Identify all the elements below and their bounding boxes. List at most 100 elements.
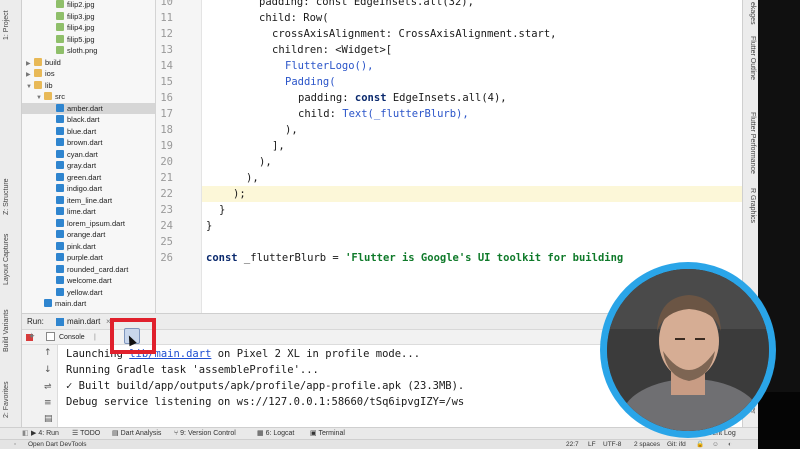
tree-item[interactable]: amber.dart (22, 102, 155, 114)
code-line-19[interactable]: ], (202, 138, 742, 154)
line-number: 19 (160, 140, 173, 152)
run-config-tab[interactable]: main.dart (67, 314, 100, 330)
tree-item-label: orange.dart (67, 230, 106, 239)
user-icon[interactable]: ☺ (712, 440, 719, 449)
code-line-11[interactable]: child: Row( (202, 10, 742, 26)
tree-item[interactable]: green.dart (22, 172, 155, 184)
dart-file-icon (44, 299, 52, 307)
tree-item[interactable]: indigo.dart (22, 183, 155, 195)
code-line-24[interactable]: } (202, 218, 742, 234)
code-line-23[interactable]: } (202, 202, 742, 218)
tab-terminal[interactable]: ▣ Terminal (310, 428, 345, 439)
tree-item-label: rounded_card.dart (67, 264, 129, 274)
code-line-10[interactable]: padding: const EdgeInsets.all(32), (202, 0, 742, 10)
tree-item[interactable]: filip5.jpg (22, 34, 155, 46)
lock-icon[interactable]: 🔒 (696, 440, 704, 449)
tree-item[interactable]: filip2.jpg (22, 0, 155, 11)
code-line-21[interactable]: ), (202, 170, 742, 186)
code-line-22[interactable]: ); (202, 186, 742, 202)
line-number: 14 (160, 60, 173, 72)
tree-item-label: ios (45, 69, 55, 78)
tree-item[interactable]: ▼ src (22, 91, 155, 103)
tab-flutter-outline[interactable]: Flutter Outline (749, 36, 756, 80)
tree-item[interactable]: filip4.jpg (22, 22, 155, 34)
tree-item[interactable]: ▶ ios (22, 68, 155, 80)
tree-item[interactable]: rounded_card.dart (22, 264, 155, 276)
tab-r-graphics[interactable]: R Graphics (749, 188, 756, 223)
collapse-icon[interactable]: ◧ (22, 428, 29, 439)
tree-item[interactable]: lorem_ipsum.dart (22, 218, 155, 230)
code-line-15[interactable]: Padding( (202, 74, 742, 90)
tree-item[interactable]: brown.dart (22, 137, 155, 149)
tab-favorites[interactable]: 2: Favorites (3, 381, 10, 418)
tab-run[interactable]: ▶ 4: Run (31, 428, 59, 439)
tree-item[interactable]: blue.dart (22, 126, 155, 138)
code-line-18[interactable]: ), (202, 122, 742, 138)
tab-console[interactable]: Console (59, 330, 85, 345)
pin-icon[interactable]: ✦ (28, 332, 36, 342)
code-text: EdgeInsets.all(4), (392, 92, 507, 104)
status-bar: ▫ Open Dart DevTools 22:7 LF UTF-8 2 spa… (0, 439, 758, 449)
notifications-icon[interactable]: ◐ (728, 440, 732, 449)
tree-item-label: cyan.dart (67, 149, 98, 159)
line-number: 15 (160, 76, 173, 88)
code-line-17[interactable]: child: Text(_flutterBlurb), (202, 106, 742, 122)
tree-item[interactable]: filip3.jpg (22, 11, 155, 23)
tree-item[interactable]: gray.dart (22, 160, 155, 172)
tree-item[interactable]: item_line.dart (22, 195, 155, 207)
tab-logcat[interactable]: ▦ 6: Logcat (257, 428, 294, 439)
code-line-13[interactable]: children: <Widget>[ (202, 42, 742, 58)
tree-item[interactable]: ▶ build (22, 57, 155, 69)
image-file-icon (56, 34, 64, 43)
code-line-26[interactable]: const _flutterBlurb = 'Flutter is Google… (202, 250, 742, 266)
tab-structure[interactable]: Z: Structure (3, 178, 10, 215)
tab-layout-captures[interactable]: Layout Captures (3, 234, 10, 285)
tree-item[interactable]: yellow.dart (22, 287, 155, 299)
tree-item[interactable]: purple.dart (22, 252, 155, 264)
tab-dart-analysis[interactable]: ▤ Dart Analysis (112, 428, 161, 439)
tree-item[interactable]: orange.dart (22, 229, 155, 241)
tree-item[interactable]: cyan.dart (22, 149, 155, 161)
tab-project[interactable]: 1: Project (3, 10, 10, 40)
code-line-16[interactable]: padding: const EdgeInsets.all(4), (202, 90, 742, 106)
git-branch[interactable]: Git: ifd (667, 440, 686, 449)
tab-version-control[interactable]: ⑂ 9: Version Control (174, 428, 236, 439)
code-line-14[interactable]: FlutterLogo(), (202, 58, 742, 74)
file-encoding[interactable]: UTF-8 (603, 440, 621, 449)
tab-build-variants[interactable]: Build Variants (3, 309, 10, 352)
line-number: 10 (160, 0, 173, 8)
tree-item[interactable]: ▼ lib (22, 80, 155, 92)
tree-item[interactable]: black.dart (22, 114, 155, 126)
dart-file-icon (56, 276, 64, 284)
folder-icon (34, 80, 42, 89)
run-side-toolbar: ✦ ↑ ↓ ⇌ ≡ ▤ (22, 332, 58, 427)
tab-todo[interactable]: ☰ TODO (72, 428, 100, 439)
arrow-up-icon[interactable]: ↑ (44, 348, 52, 358)
tree-item[interactable]: main.dart (22, 298, 155, 310)
tree-item[interactable]: pink.dart (22, 241, 155, 253)
arrow-down-icon[interactable]: ↓ (44, 365, 52, 375)
tab-flutter-performance[interactable]: Flutter Performance (749, 112, 756, 174)
tree-item-label: filip2.jpg (67, 0, 95, 9)
tree-item[interactable]: welcome.dart (22, 275, 155, 287)
image-file-icon (56, 46, 64, 54)
tree-item-label: item_line.dart (67, 195, 113, 205)
line-separator[interactable]: LF (588, 440, 596, 449)
dart-file-icon (56, 287, 64, 296)
tree-item[interactable]: lime.dart (22, 206, 155, 218)
soft-wrap-icon[interactable]: ⇌ (44, 382, 52, 392)
indent-setting[interactable]: 2 spaces (634, 440, 660, 449)
scroll-to-end-icon[interactable]: ≡ (44, 398, 52, 408)
tree-item-label: filip5.jpg (67, 34, 95, 44)
line-number: 13 (160, 44, 173, 56)
tree-item[interactable]: sloth.png (22, 45, 155, 57)
tree-item-label: gray.dart (67, 161, 97, 170)
tab-packages[interactable]: ekages (749, 2, 756, 25)
code-text: child: Row( (259, 12, 329, 24)
tree-item-label: pink.dart (67, 241, 96, 251)
print-icon[interactable]: ▤ (44, 414, 53, 424)
code-line-12[interactable]: crossAxisAlignment: CrossAxisAlignment.s… (202, 26, 742, 42)
cursor-position[interactable]: 22:7 (566, 440, 579, 449)
code-text: ); (233, 188, 246, 200)
code-line-20[interactable]: ), (202, 154, 742, 170)
